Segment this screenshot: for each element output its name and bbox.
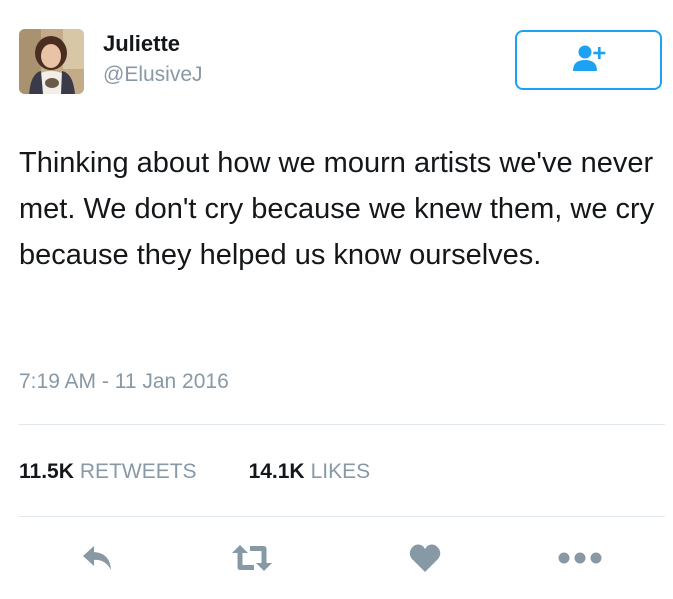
retweets-label: RETWEETS (79, 460, 197, 483)
likes-label: LIKES (310, 460, 371, 483)
tweet-timestamp[interactable]: 7:19 AM - 11 Jan 2016 (19, 368, 229, 396)
reply-button[interactable] (78, 540, 118, 580)
tweet-card: Juliette @ElusiveJ Thinking about how we… (0, 0, 673, 599)
user-name[interactable]: Juliette (103, 31, 180, 57)
like-button[interactable] (405, 540, 445, 580)
likes-count: 14.1K (248, 460, 305, 483)
add-user-icon (572, 44, 606, 77)
divider (19, 424, 665, 425)
follow-button[interactable] (515, 30, 662, 90)
user-handle[interactable]: @ElusiveJ (103, 62, 203, 88)
heart-icon (409, 543, 441, 578)
retweet-icon (230, 543, 274, 578)
likes-stat[interactable]: 14.1K LIKES (249, 458, 371, 486)
divider (19, 516, 665, 517)
reply-icon (81, 543, 115, 578)
tweet-stats: 11.5K RETWEETS 14.1K LIKES (19, 458, 370, 486)
retweets-stat[interactable]: 11.5K RETWEETS (19, 458, 197, 486)
more-icon (558, 551, 602, 569)
more-button[interactable] (556, 540, 604, 580)
retweet-button[interactable] (227, 540, 277, 580)
retweets-count: 11.5K (19, 460, 74, 483)
avatar[interactable] (19, 29, 84, 94)
tweet-text: Thinking about how we mourn artists we'v… (19, 147, 655, 271)
